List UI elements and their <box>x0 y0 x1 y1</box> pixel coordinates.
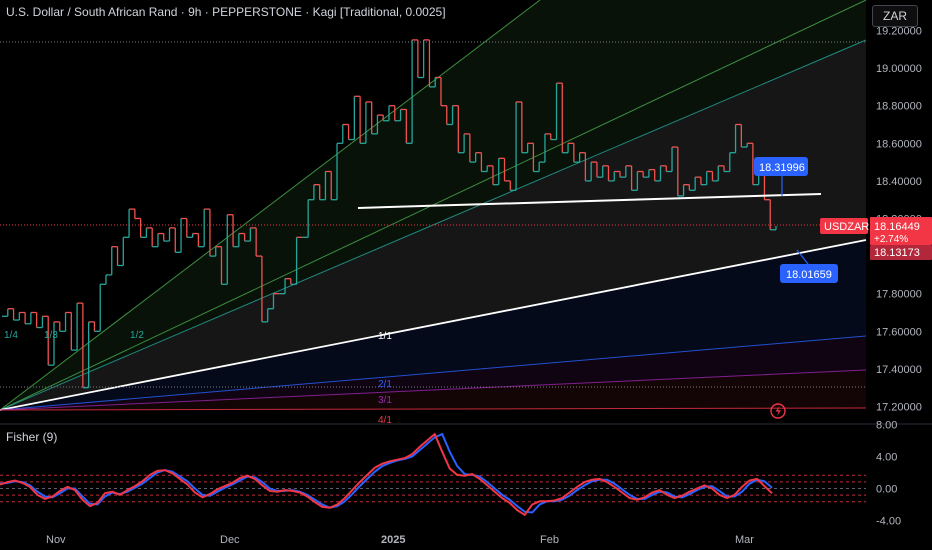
fisher-tick-label: -4.00 <box>876 516 901 528</box>
price-tick-label: 18.60000 <box>876 138 922 150</box>
fisher-axis[interactable]: 8.00 4.00 0.00 -4.00 <box>876 420 901 528</box>
fisher-line <box>0 432 773 514</box>
time-tick-label: Nov <box>46 534 66 546</box>
price-tick-label: 18.80000 <box>876 101 922 113</box>
fisher-indicator <box>0 432 866 517</box>
last-price-value: 18.16449 <box>874 221 920 233</box>
price-change-value: +2.74% <box>874 234 908 245</box>
symbol-badge-label: USDZAR <box>824 221 869 233</box>
time-tick-label: Mar <box>735 534 754 546</box>
secondary-price-value: 18.13173 <box>874 247 920 259</box>
chart-title: U.S. Dollar / South African Rand · 9h · … <box>6 5 446 19</box>
price-tick-label: 18.40000 <box>876 176 922 188</box>
callout-upper-value: 18.31996 <box>759 162 805 174</box>
fisher-trigger-line <box>0 432 773 517</box>
fisher-label[interactable]: Fisher (9) <box>6 430 57 444</box>
fan-label-3: 1/1 <box>378 331 392 342</box>
price-tick-label: 17.60000 <box>876 326 922 338</box>
time-axis[interactable]: Nov Dec 2025 Feb Mar <box>46 534 754 546</box>
fan-label-0: 1/4 <box>4 330 18 341</box>
chart-canvas: 1/4 1/3 1/2 1/12/13/14/1 19.2000019.0000018… <box>0 0 932 546</box>
time-tick-label: 2025 <box>381 534 405 546</box>
fisher-tick-label: 0.00 <box>876 484 897 496</box>
fisher-tick-label: 8.00 <box>876 420 897 432</box>
price-tick-label: 17.40000 <box>876 364 922 376</box>
fisher-tick-label: 4.00 <box>876 452 897 464</box>
currency-button[interactable]: ZAR <box>872 5 918 27</box>
fan-label-5: 3/1 <box>378 395 392 406</box>
price-tick-label: 19.20000 <box>876 26 922 38</box>
time-tick-label: Feb <box>540 534 559 546</box>
price-tick-label: 19.00000 <box>876 63 922 75</box>
price-tick-label: 17.20000 <box>876 402 922 414</box>
fan-label-2: 1/2 <box>130 330 144 341</box>
time-tick-label: Dec <box>220 534 240 546</box>
fan-label-1: 1/3 <box>44 330 58 341</box>
price-tick-label: 17.80000 <box>876 289 922 301</box>
fan-label-4: 2/1 <box>378 379 392 390</box>
callout-lower-value: 18.01659 <box>786 269 832 281</box>
